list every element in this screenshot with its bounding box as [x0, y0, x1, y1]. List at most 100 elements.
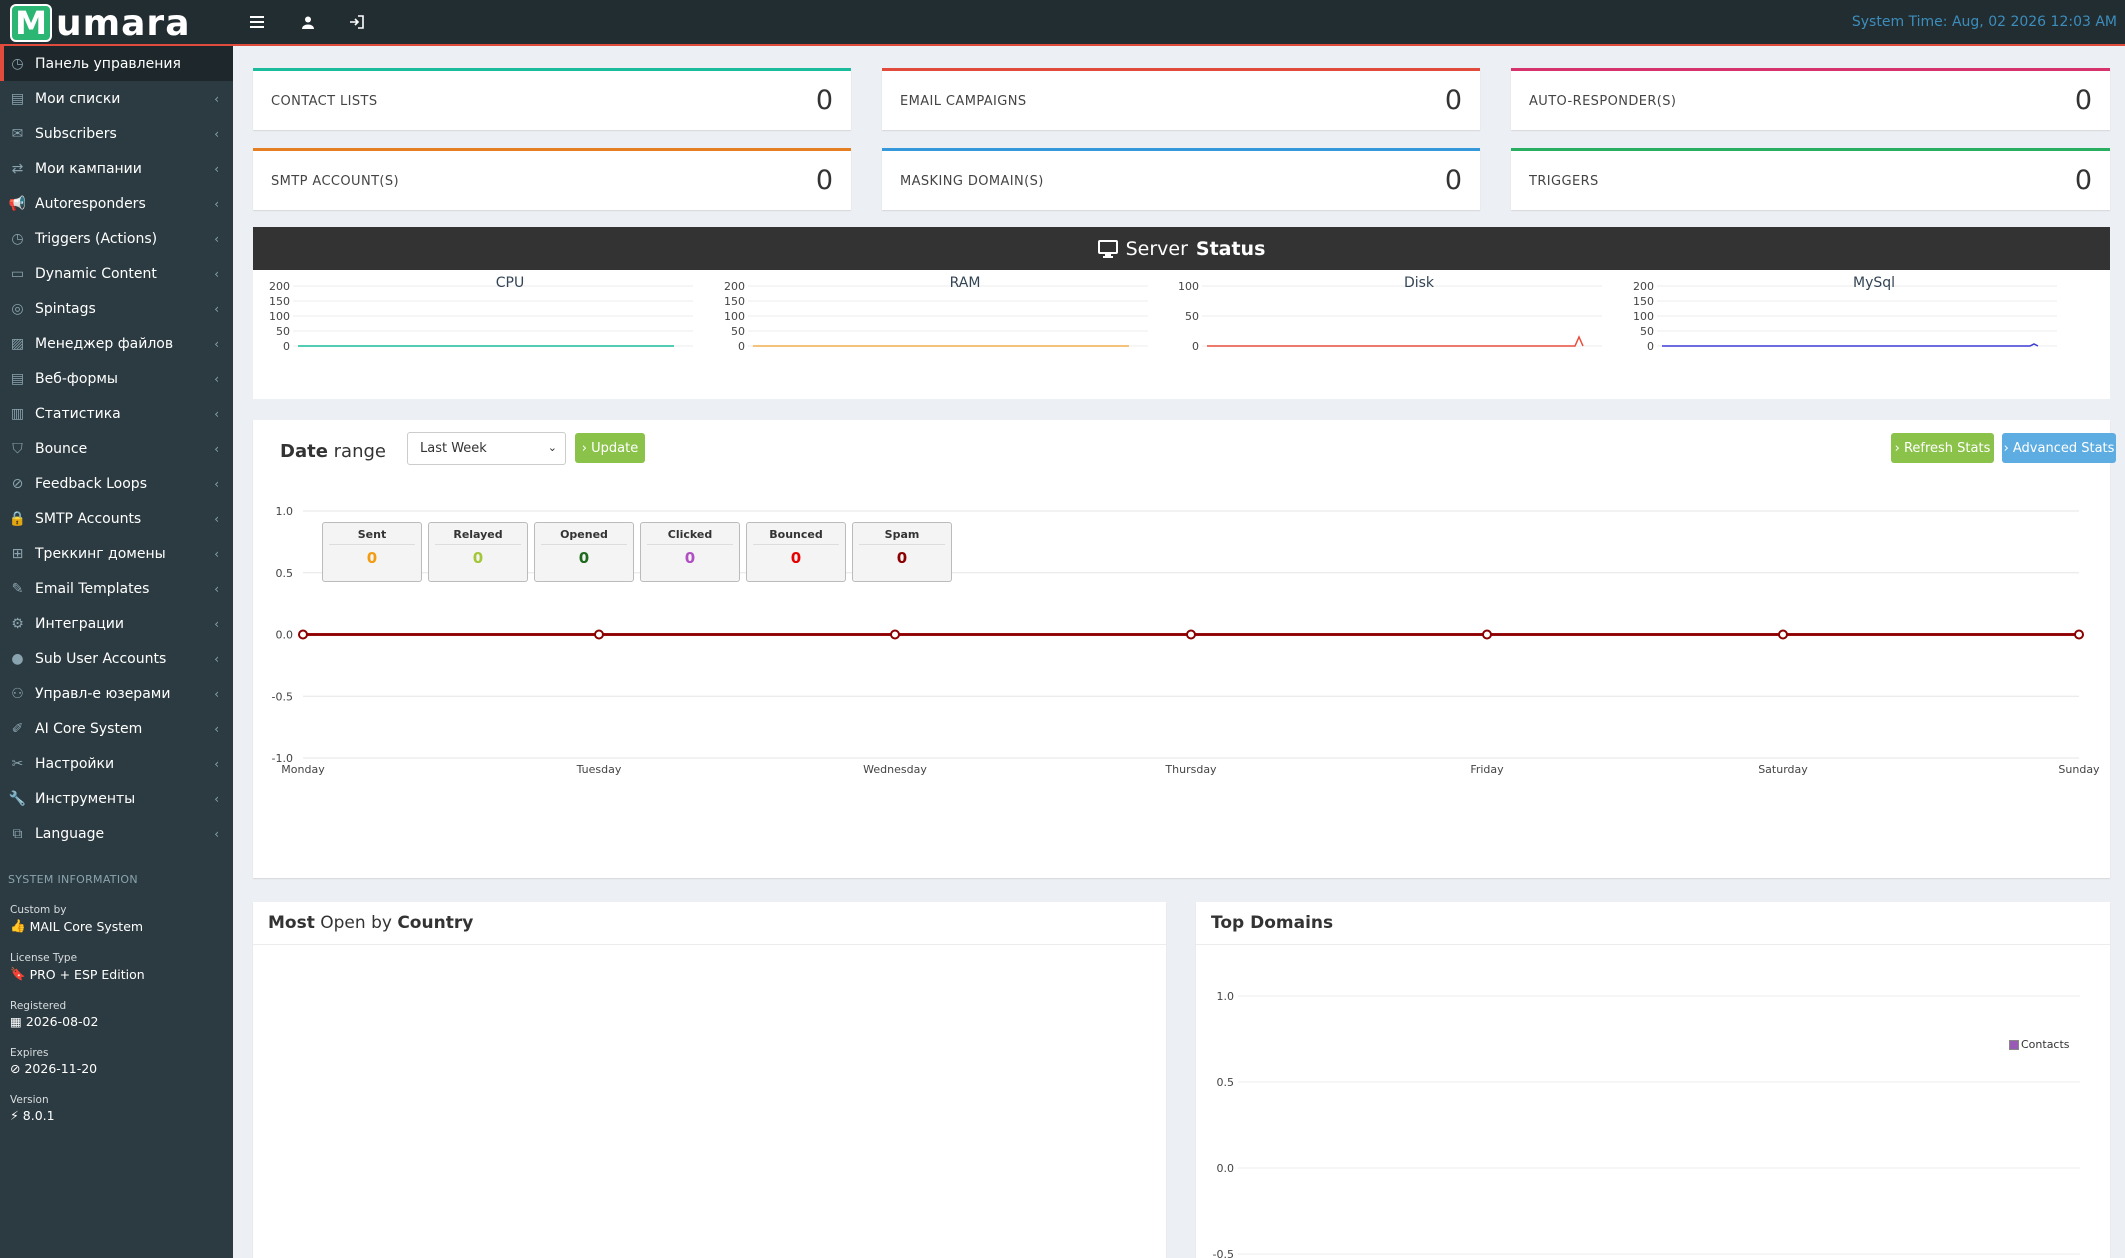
server-tick-label: 0: [283, 340, 290, 353]
server-tick-label: 0: [1192, 340, 1199, 353]
feedback-icon: ⊘: [11, 475, 24, 492]
sidebar-item-label: Статистика: [35, 405, 121, 422]
sidebar-item[interactable]: ▥ Статистика ‹: [0, 396, 233, 431]
chevron-left-icon: ‹: [214, 406, 219, 421]
sidebar-menu: ◷ Панель управления ▤ Мои списки ‹ ✉ Subscribe…: [0, 46, 233, 851]
spin-icon: ◎: [11, 300, 24, 317]
sidebar-item[interactable]: ✂ Настройки ‹: [0, 746, 233, 781]
sidebar-item[interactable]: ▤ Мои списки ‹: [0, 81, 233, 116]
sidebar-item[interactable]: ◷ Triggers (Actions) ‹: [0, 221, 233, 256]
clock-icon: ◷: [11, 230, 24, 247]
user-icon: ●: [11, 650, 24, 667]
expires-value: ⊘ 2026-11-20: [0, 1059, 233, 1076]
data-point: [2074, 629, 2084, 640]
chevron-left-icon: ‹: [214, 756, 219, 771]
stat-label: CONTACT LISTS: [271, 94, 378, 109]
chevron-left-icon: ‹: [214, 161, 219, 176]
chevron-left-icon: ‹: [214, 581, 219, 596]
sidebar-item-label: Инструменты: [35, 790, 136, 807]
domains-ytick-label: 0.5: [1217, 1076, 1235, 1089]
chevron-left-icon: ‹: [214, 371, 219, 386]
server-chart-title: CPU: [496, 275, 524, 291]
sidebar-item[interactable]: ⇄ Мои кампании ‹: [0, 151, 233, 186]
data-point: [1482, 629, 1492, 640]
sidebar-item[interactable]: 🔒 SMTP Accounts ‹: [0, 501, 233, 536]
sidebar-item[interactable]: 📢 Autoresponders ‹: [0, 186, 233, 221]
date-range-panel: Date range Last Week ⌄ › Update › Refres…: [253, 420, 2116, 878]
stat-label: EMAIL CAMPAIGNS: [900, 94, 1027, 109]
sidebar-item-label: Dynamic Content: [35, 265, 157, 282]
data-point: [594, 629, 604, 640]
chart-xtick-label: Friday: [1470, 763, 1504, 776]
sidebar-item[interactable]: ✎ Email Templates ‹: [0, 571, 233, 606]
sidebar-item[interactable]: ⚙ Интеграции ‹: [0, 606, 233, 641]
sidebar-item[interactable]: ◷ Панель управления: [0, 46, 233, 81]
country-title-open: Open: [320, 913, 366, 933]
sidebar-item[interactable]: ⚇ Управл-е юзерами ‹: [0, 676, 233, 711]
thumbs-up-icon: 👍: [10, 918, 26, 933]
stat-value: 0: [2074, 165, 2092, 196]
chevron-left-icon: ‹: [214, 616, 219, 631]
server-tick-label: 50: [731, 325, 745, 338]
version-text: 8.0.1: [22, 1108, 55, 1123]
stat-smtp-accounts[interactable]: SMTP ACCOUNT(S) 0: [253, 148, 851, 210]
subscribers-icon: ✉: [11, 125, 24, 142]
sidebar-item-label: Feedback Loops: [35, 475, 147, 492]
legend-card-value: 0: [472, 549, 484, 567]
user-icon[interactable]: [295, 10, 321, 34]
chevron-left-icon: ‹: [214, 126, 219, 141]
sidebar-item[interactable]: ⊘ Feedback Loops ‹: [0, 466, 233, 501]
legend-card-relayed: Relayed 0: [428, 522, 528, 582]
stat-masking-domains[interactable]: MASKING DOMAIN(S) 0: [882, 148, 1480, 210]
server-title-bold: Status: [1195, 237, 1266, 260]
stat-value: 0: [1444, 165, 1462, 196]
stat-label: TRIGGERS: [1529, 174, 1599, 189]
data-point: [890, 629, 900, 640]
menu-icon[interactable]: [244, 10, 270, 34]
country-title-by: by: [371, 913, 392, 933]
server-series-line: [1662, 343, 2039, 347]
sidebar-item[interactable]: ✉ Subscribers ‹: [0, 116, 233, 151]
domains-ytick-label: -0.5: [1213, 1248, 1234, 1258]
sidebar-item[interactable]: ◎ Spintags ‹: [0, 291, 233, 326]
chart-xtick-label: Wednesday: [863, 763, 927, 776]
top-domains-panel: Top Domains 1.0 0.5 0.0 -0.5 Contacts: [1196, 902, 2110, 1258]
legend-card-opened: Opened 0: [534, 522, 634, 582]
sidebar-item[interactable]: ⛉ Bounce ‹: [0, 431, 233, 466]
sidebar-item[interactable]: ▭ Dynamic Content ‹: [0, 256, 233, 291]
sidebar-item[interactable]: ⧉ Language ‹: [0, 816, 233, 851]
server-chart-title: RAM: [950, 275, 981, 291]
expires-label: Expires: [10, 1047, 49, 1059]
sidebar-item-label: Language: [35, 825, 105, 842]
legend-card-value: 0: [366, 549, 378, 567]
legend-card-title: Bounced: [753, 523, 839, 545]
server-tick-label: 100: [1178, 280, 1199, 293]
stat-value: 0: [815, 85, 833, 116]
sidebar-item[interactable]: ▨ Менеджер файлов ‹: [0, 326, 233, 361]
stat-auto-responders[interactable]: AUTO-RESPONDER(S) 0: [1511, 68, 2110, 130]
monitor-icon: [1097, 239, 1118, 258]
sidebar-item[interactable]: ⊞ Треккинг домены ‹: [0, 536, 233, 571]
stat-email-campaigns[interactable]: EMAIL CAMPAIGNS 0: [882, 68, 1480, 130]
custom-by-value: 👍 MAIL Core System: [0, 916, 233, 934]
sidebar-item-label: Веб-формы: [35, 370, 118, 387]
country-panel: Most Open by Country: [253, 902, 1166, 1258]
server-tick-label: 0: [1647, 340, 1654, 353]
chevron-left-icon: ‹: [214, 546, 219, 561]
chevron-left-icon: ‹: [214, 791, 219, 806]
sidebar-item[interactable]: ✐ AI Core System ‹: [0, 711, 233, 746]
stats-line-chart: 1.00.50.0-0.5-1.0Monday Tuesday Wednesday T…: [272, 505, 2101, 776]
sidebar-item-label: Мои списки: [35, 90, 121, 107]
chart-xtick-label: Sunday: [2058, 763, 2100, 776]
logout-icon[interactable]: [344, 10, 370, 34]
chevron-left-icon: ‹: [214, 301, 219, 316]
stat-contact-lists[interactable]: CONTACT LISTS 0: [253, 68, 851, 130]
sidebar-item[interactable]: ▤ Веб-формы ‹: [0, 361, 233, 396]
chevron-left-icon: ‹: [214, 476, 219, 491]
sidebar-item[interactable]: ● Sub User Accounts ‹: [0, 641, 233, 676]
logo[interactable]: M umara: [10, 3, 190, 44]
stat-value: 0: [1444, 85, 1462, 116]
sidebar-item[interactable]: 🔧 Инструменты ‹: [0, 781, 233, 816]
chart-ytick-label: 1.0: [276, 505, 294, 518]
stat-triggers[interactable]: TRIGGERS 0: [1511, 148, 2110, 210]
